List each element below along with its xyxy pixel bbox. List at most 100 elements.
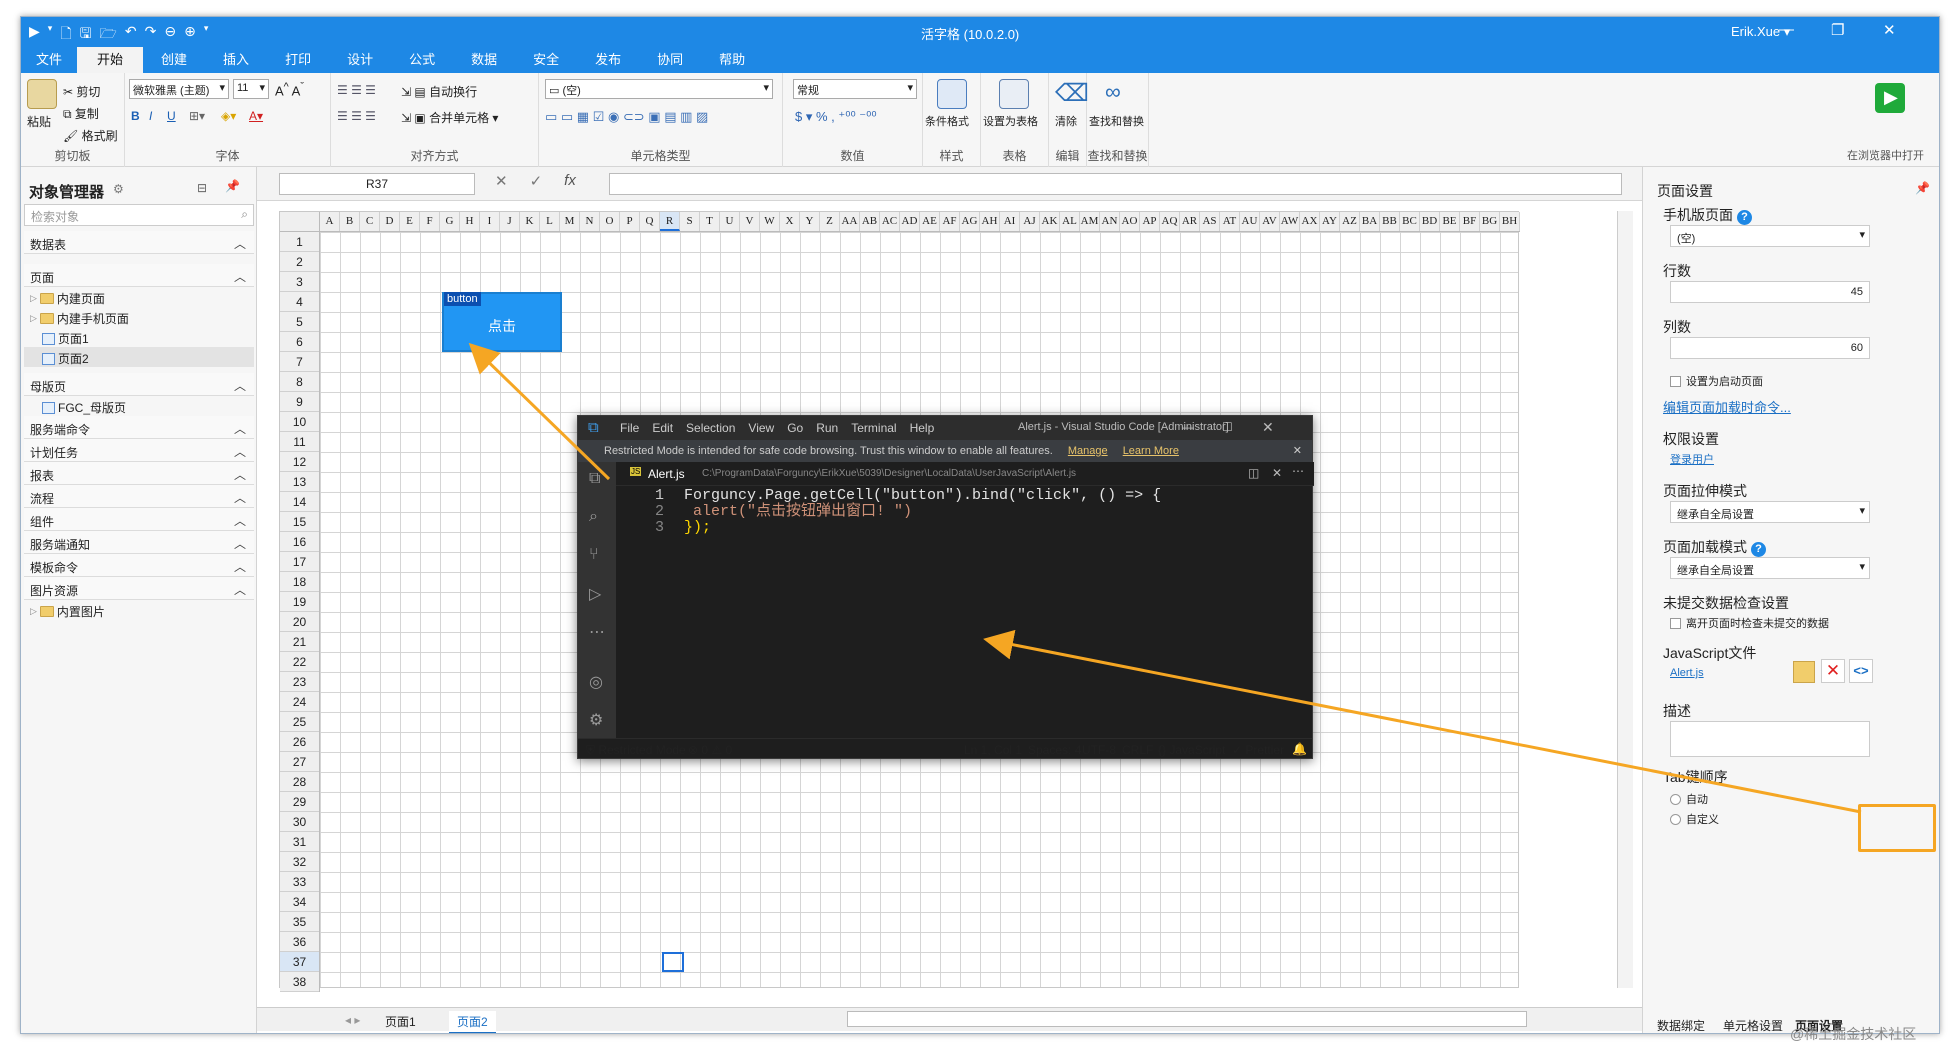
conditional-format-icon[interactable] <box>937 79 967 109</box>
tab-data-binding[interactable]: 数据绑定 <box>1657 1017 1705 1033</box>
column-header[interactable]: AB <box>860 212 880 231</box>
learn-more-link[interactable]: Learn More <box>1123 445 1179 457</box>
section-master[interactable]: 母版页 <box>24 373 254 396</box>
section-pages[interactable]: 页面 <box>24 264 254 287</box>
close-icon[interactable]: ✕ <box>1272 466 1282 480</box>
tab-design[interactable]: 设计 <box>329 47 391 73</box>
cursor-position-status[interactable]: Ln 1, Col 1 <box>964 743 1022 757</box>
column-header[interactable]: AY <box>1320 212 1340 231</box>
run-browser-icon[interactable]: ▶ <box>1875 83 1905 113</box>
column-header[interactable]: BC <box>1400 212 1420 231</box>
column-header[interactable]: AO <box>1120 212 1140 231</box>
more-icon[interactable]: ⋯ <box>589 622 605 642</box>
column-header[interactable]: AM <box>1080 212 1100 231</box>
tree-item-master[interactable]: FGC_母版页 <box>24 396 254 416</box>
undo-icon[interactable]: ↶ <box>125 23 137 47</box>
row-header[interactable]: 16 <box>280 532 319 552</box>
column-header[interactable]: E <box>400 212 420 231</box>
bell-icon[interactable]: 🔔 <box>1292 742 1307 756</box>
column-header[interactable]: AS <box>1200 212 1220 231</box>
align-top-icon[interactable]: ☰ ☰ ☰ <box>337 83 376 97</box>
column-header[interactable]: AR <box>1180 212 1200 231</box>
row-header[interactable]: 28 <box>280 772 319 792</box>
row-header[interactable]: 19 <box>280 592 319 612</box>
column-header[interactable]: X <box>780 212 800 231</box>
account-icon[interactable]: ◎ <box>589 672 603 692</box>
column-header[interactable]: R <box>660 212 680 231</box>
row-header[interactable]: 27 <box>280 752 319 772</box>
row-header[interactable]: 37 <box>280 952 319 972</box>
column-header[interactable]: AZ <box>1340 212 1360 231</box>
find-replace-button[interactable]: 查找和替换 <box>1089 113 1144 129</box>
column-header[interactable]: BG <box>1480 212 1500 231</box>
vscode-menu-view[interactable]: View <box>748 421 774 435</box>
cols-input[interactable]: 60 <box>1670 337 1870 359</box>
row-header[interactable]: 26 <box>280 732 319 752</box>
cell-type-select[interactable]: ▭ (空) <box>545 79 773 99</box>
open-icon[interactable]: 🗁 <box>100 23 117 47</box>
startup-checkbox[interactable]: 设置为启动页面 <box>1670 373 1763 389</box>
section-images[interactable]: 图片资源 <box>24 577 254 600</box>
prev-sheet-icon[interactable]: ◂ ▸ <box>337 1011 368 1029</box>
merge-cells-button[interactable]: ⇲ ▣ 合并单元格 ▾ <box>401 109 498 126</box>
row-header[interactable]: 7 <box>280 352 319 372</box>
table-icon[interactable] <box>999 79 1029 109</box>
row-header[interactable]: 1 <box>280 232 319 252</box>
minimize-icon[interactable]: — <box>1182 420 1194 434</box>
column-header[interactable]: F <box>420 212 440 231</box>
column-header[interactable]: AD <box>900 212 920 231</box>
row-header[interactable]: 18 <box>280 572 319 592</box>
column-header[interactable]: P <box>620 212 640 231</box>
stretch-mode-select[interactable]: 继承自全局设置 <box>1670 501 1870 523</box>
column-header[interactable]: AF <box>940 212 960 231</box>
column-header[interactable]: AL <box>1060 212 1080 231</box>
row-header[interactable]: 36 <box>280 932 319 952</box>
help-icon[interactable]: ? <box>1751 542 1766 557</box>
binoculars-icon[interactable]: ∞ <box>1105 79 1121 105</box>
font-color-icon[interactable]: A▾ <box>249 109 263 123</box>
tab-publish[interactable]: 发布 <box>577 47 639 73</box>
column-header[interactable]: AW <box>1280 212 1300 231</box>
sheet-tab-page1[interactable]: 页面1 <box>377 1011 424 1032</box>
column-header[interactable]: H <box>460 212 480 231</box>
close-icon[interactable]: ✕ <box>1262 419 1274 436</box>
code-editor[interactable]: 1 Forguncy.Page.getCell("button").bind("c… <box>638 488 1161 536</box>
row-header[interactable]: 9 <box>280 392 319 412</box>
column-header[interactable]: AV <box>1260 212 1280 231</box>
row-header[interactable]: 14 <box>280 492 319 512</box>
row-header[interactable]: 35 <box>280 912 319 932</box>
column-header[interactable]: G <box>440 212 460 231</box>
section-report[interactable]: 报表 <box>24 462 254 485</box>
pin-icon[interactable]: 📌 <box>225 179 240 193</box>
maximize-icon[interactable]: ☐ <box>1222 420 1233 434</box>
encoding-status[interactable]: UTF-8 <box>1082 743 1116 757</box>
name-box[interactable]: R37 <box>279 173 475 195</box>
new-icon[interactable]: 🗋 <box>60 23 71 47</box>
column-header[interactable]: T <box>700 212 720 231</box>
split-editor-icon[interactable]: ◫ <box>1248 466 1259 480</box>
js-file-link[interactable]: Alert.js <box>1670 667 1704 679</box>
tab-file[interactable]: 文件 <box>21 47 77 73</box>
row-header[interactable]: 11 <box>280 432 319 452</box>
tab-insert[interactable]: 插入 <box>205 47 267 73</box>
set-table-button[interactable]: 设置为表格 <box>983 113 1038 129</box>
column-header[interactable]: AP <box>1140 212 1160 231</box>
language-status[interactable]: {} JavaScript <box>1158 743 1225 757</box>
number-format-select[interactable]: 常规 <box>793 79 917 99</box>
vscode-menu-file[interactable]: File <box>620 421 639 435</box>
horizontal-scrollbar[interactable] <box>847 1011 1527 1027</box>
more-actions-icon[interactable]: ⋯ <box>1292 464 1304 478</box>
unsubmitted-checkbox[interactable]: 离开页面时检查未提交的数据 <box>1670 615 1829 631</box>
column-header[interactable]: Y <box>800 212 820 231</box>
tab-help[interactable]: 帮助 <box>701 47 763 73</box>
row-header[interactable]: 13 <box>280 472 319 492</box>
edit-load-command-link[interactable]: 编辑页面加载时命令... <box>1663 397 1791 416</box>
cell-type-icons[interactable]: ▭ ▭ ▦ ☑ ◉ ⊂⊃ ▣ ▤ ▥ ▨ <box>545 109 708 125</box>
tab-formula[interactable]: 公式 <box>391 47 453 73</box>
column-header[interactable]: A <box>320 212 340 231</box>
button-cell[interactable]: button 点击 <box>442 292 562 352</box>
row-header[interactable]: 34 <box>280 892 319 912</box>
close-icon[interactable]: ✕ <box>1293 444 1302 457</box>
pin-icon[interactable]: 📌 <box>1915 181 1930 195</box>
column-header[interactable]: C <box>360 212 380 231</box>
